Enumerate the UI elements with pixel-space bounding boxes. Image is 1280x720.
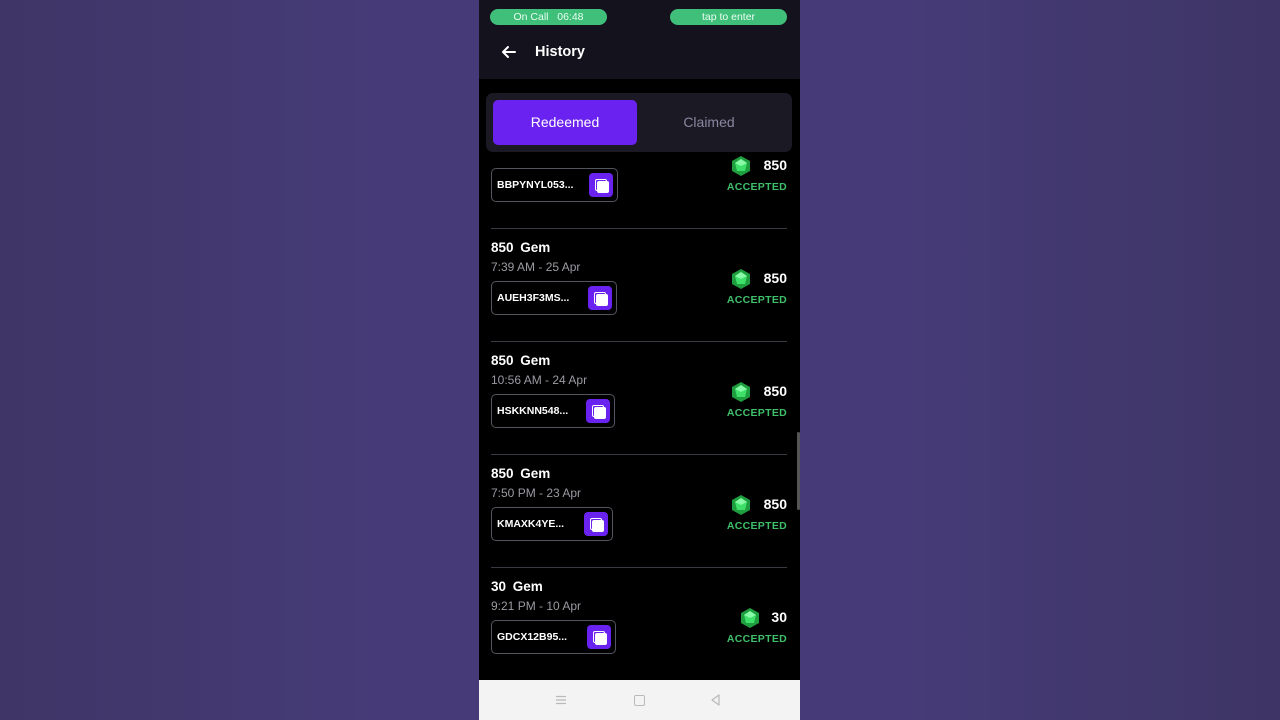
gem-amount: 850 <box>731 268 787 290</box>
gem-amount: 850 <box>731 494 787 516</box>
status-badge: ACCEPTED <box>726 407 787 419</box>
item-title: 850 Gem <box>491 240 551 255</box>
tab-claimed[interactable]: Claimed <box>637 100 781 145</box>
gem-amount-value: 850 <box>763 270 787 286</box>
list-item: 850 Gem 10:56 AM - 24 Apr HSKKNN548... 8… <box>491 345 787 458</box>
scrollbar[interactable] <box>797 432 800 510</box>
item-date: 7:39 AM - 25 Apr <box>491 260 581 274</box>
copy-button[interactable] <box>587 625 611 649</box>
app-header: On Call 06:48 tap to enter History <box>479 0 800 79</box>
gem-icon <box>732 495 750 515</box>
gem-amount: 30 <box>740 607 787 629</box>
item-title: 850 Gem <box>491 466 551 481</box>
redeem-code-box: BBPYNYL053... <box>491 168 618 202</box>
gem-amount-value: 850 <box>763 496 787 512</box>
redeem-code-box: KMAXK4YE... <box>491 507 613 541</box>
redeem-code-box: GDCX12B95... <box>491 620 616 654</box>
copy-button[interactable] <box>584 512 608 536</box>
gem-amount: 850 <box>731 155 787 177</box>
item-date: 10:56 AM - 24 Apr <box>491 373 588 387</box>
gem-amount-value: 850 <box>763 383 787 399</box>
status-badge: ACCEPTED <box>726 294 787 306</box>
status-badge: ACCEPTED <box>726 181 787 193</box>
redeem-code: AUEH3F3MS... <box>497 292 570 304</box>
tab-redeemed[interactable]: Redeemed <box>493 100 637 145</box>
redeem-code-box: AUEH3F3MS... <box>491 281 617 315</box>
tap-to-enter-pill[interactable]: tap to enter <box>670 9 787 25</box>
copy-button[interactable] <box>589 173 613 197</box>
list-item: BBPYNYL053... 850 ACCEPTED <box>491 152 787 232</box>
gem-icon <box>732 156 750 176</box>
gem-icon <box>732 382 750 402</box>
phone-screen: On Call 06:48 tap to enter History Redee… <box>479 0 800 720</box>
list-item: 850 Gem 7:39 AM - 25 Apr AUEH3F3MS... 85… <box>491 232 787 345</box>
item-date: 9:21 PM - 10 Apr <box>491 599 582 613</box>
menu-icon[interactable] <box>555 694 567 706</box>
redeem-code: GDCX12B95... <box>497 631 568 643</box>
item-title: 30 Gem <box>491 579 543 594</box>
copy-button[interactable] <box>588 286 612 310</box>
redeem-code: BBPYNYL053... <box>497 179 574 191</box>
gem-icon <box>732 269 750 289</box>
item-date: 7:50 PM - 23 Apr <box>491 486 582 500</box>
list-divider <box>491 341 787 342</box>
gem-amount-value: 850 <box>763 157 787 173</box>
gem-amount: 850 <box>731 381 787 403</box>
status-badge: ACCEPTED <box>726 633 787 645</box>
on-call-pill[interactable]: On Call 06:48 <box>490 9 607 25</box>
gem-amount-value: 30 <box>771 609 787 625</box>
list-item: 850 Gem 7:50 PM - 23 Apr KMAXK4YE... 850… <box>491 458 787 571</box>
item-title: 850 Gem <box>491 353 551 368</box>
gem-icon <box>741 608 759 628</box>
list-divider <box>491 454 787 455</box>
arrow-left-icon[interactable] <box>499 42 519 62</box>
home-icon[interactable] <box>634 695 645 706</box>
system-nav-bar <box>479 680 800 720</box>
nav-back-icon[interactable] <box>709 693 723 707</box>
page-title: History <box>535 44 585 60</box>
list-item: 30 Gem 9:21 PM - 10 Apr GDCX12B95... 30 … <box>491 571 787 680</box>
redeem-code-box: HSKKNN548... <box>491 394 615 428</box>
list-divider <box>491 567 787 568</box>
history-list: BBPYNYL053... 850 ACCEPTED 850 Gem 7:39 … <box>479 152 800 680</box>
list-divider <box>491 228 787 229</box>
history-tabs: Redeemed Claimed <box>486 93 792 152</box>
redeem-code: KMAXK4YE... <box>497 518 565 530</box>
copy-button[interactable] <box>586 399 610 423</box>
status-badge: ACCEPTED <box>726 520 787 532</box>
redeem-code: HSKKNN548... <box>497 405 569 417</box>
